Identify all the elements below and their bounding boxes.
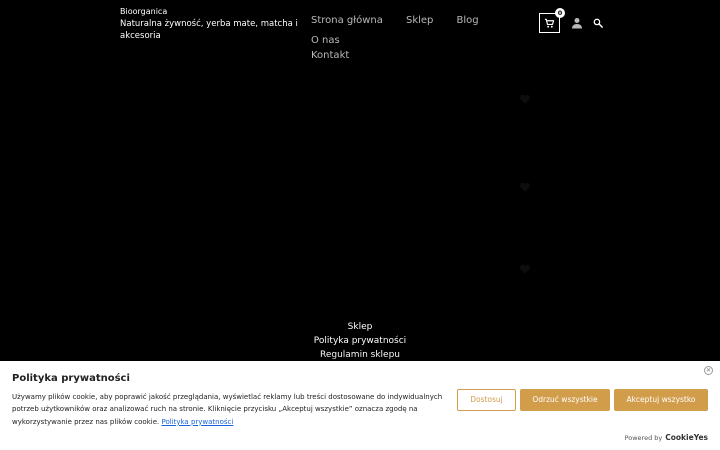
nav-item-contact[interactable]: Kontakt: [311, 48, 508, 63]
privacy-policy-link[interactable]: Polityka prywatności: [161, 418, 233, 426]
customize-button[interactable]: Dostosuj: [457, 389, 516, 411]
nav-item-home[interactable]: Strona główna: [311, 13, 383, 28]
faint-heart-icon: [519, 260, 531, 274]
cookie-banner-text: Używamy plików cookie, aby poprawić jako…: [12, 391, 452, 428]
footer-link-terms[interactable]: Regulamin sklepu: [0, 348, 720, 362]
main-nav: Strona główna Sklep Blog O nas Kontakt: [311, 8, 526, 63]
faint-heart-icon: [519, 178, 531, 192]
nav-item-blog[interactable]: Blog: [456, 13, 478, 28]
cookieyes-logo[interactable]: CookieYes: [665, 433, 708, 442]
header-actions: 0: [539, 8, 605, 33]
footer-menu: Sklep Polityka prywatności Regulamin skl…: [0, 320, 720, 362]
site-header: Bioorganica Naturalna żywność, yerba mat…: [0, 0, 720, 61]
powered-by-label: Powered by: [624, 434, 663, 442]
footer-link-shop[interactable]: Sklep: [0, 320, 720, 334]
faint-heart-icon: [519, 90, 531, 104]
cookie-consent-banner: Polityka prywatności ✕ Używamy plików co…: [0, 361, 720, 450]
close-icon[interactable]: ✕: [704, 366, 713, 375]
cookie-banner-title: Polityka prywatności: [12, 373, 130, 384]
cart-icon: [544, 18, 555, 28]
cart-button[interactable]: 0: [539, 8, 565, 33]
footer-link-privacy-policy[interactable]: Polityka prywatności: [0, 334, 720, 348]
site-description: Naturalna żywność, yerba mate, matcha i …: [120, 19, 298, 41]
site-title-link[interactable]: Bioorganica: [120, 7, 300, 17]
account-button[interactable]: [570, 16, 584, 30]
cart-count-badge: 0: [555, 8, 565, 18]
accept-all-button[interactable]: Akceptuj wszystko: [614, 389, 708, 411]
nav-item-about[interactable]: O nas: [311, 33, 340, 48]
nav-item-shop[interactable]: Sklep: [406, 13, 433, 28]
reject-all-button[interactable]: Odrzuć wszystkie: [520, 389, 610, 411]
powered-by: Powered by CookieYes: [625, 433, 708, 442]
search-button[interactable]: [591, 16, 605, 30]
site-branding: Bioorganica Naturalna żywność, yerba mat…: [120, 7, 300, 42]
search-icon: [593, 18, 603, 28]
user-icon: [572, 18, 582, 29]
